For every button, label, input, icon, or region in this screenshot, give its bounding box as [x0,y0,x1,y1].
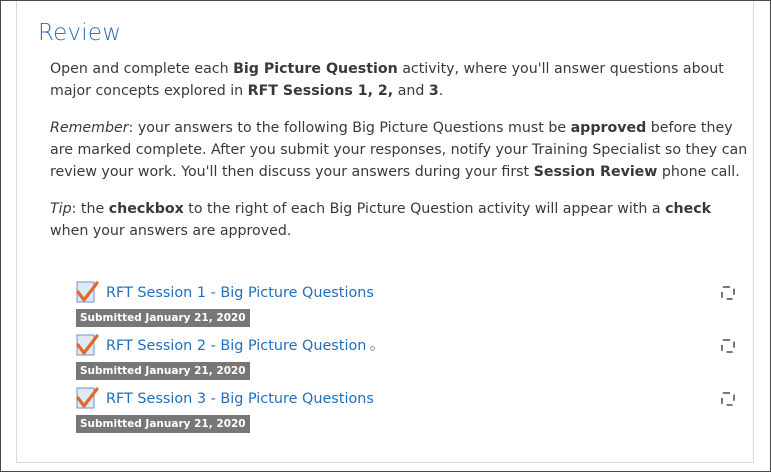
submission-status-badge: Submitted January 21, 2020 [76,362,250,380]
activity-link-session-3[interactable]: RFT Session 3 - Big Picture Questions [106,391,374,407]
submission-status-badge: Submitted January 21, 2020 [76,415,250,433]
completion-checkbox[interactable] [721,286,735,300]
assignment-check-icon [75,333,99,357]
section-title: Review [38,20,122,46]
activity-item: RFT Session 2 - Big Picture Question Sub… [61,333,741,383]
activity-link-session-1[interactable]: RFT Session 1 - Big Picture Questions [106,285,374,301]
loading-dot-icon [370,346,375,351]
page-frame: Review Open and complete each Big Pictur… [0,0,771,472]
summary-paragraph-1: Open and complete each Big Picture Quest… [50,61,724,99]
submission-status-badge: Submitted January 21, 2020 [76,309,250,327]
completion-checkbox[interactable] [721,392,735,406]
assignment-check-icon [75,386,99,410]
summary-paragraph-2: Remember: your answers to the following … [50,120,748,180]
section-summary: Open and complete each Big Picture Quest… [50,58,750,257]
summary-paragraph-3: Tip: the checkbox to the right of each B… [50,201,712,239]
completion-checkbox[interactable] [721,339,735,353]
activity-item: RFT Session 1 - Big Picture Questions Su… [61,280,741,330]
course-section: Review Open and complete each Big Pictur… [16,1,754,463]
activity-item: RFT Session 3 - Big Picture Questions Su… [61,386,741,436]
assignment-check-icon [75,280,99,304]
activity-link-session-2[interactable]: RFT Session 2 - Big Picture Question [106,338,366,354]
